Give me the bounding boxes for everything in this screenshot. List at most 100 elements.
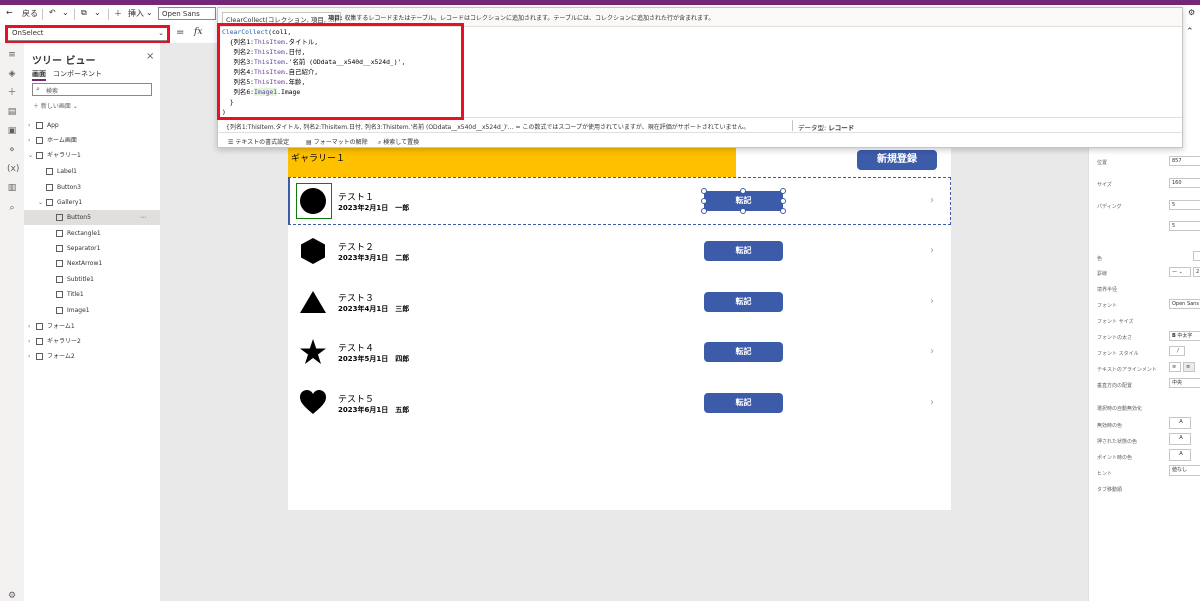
- transcribe-button[interactable]: 転記: [704, 342, 783, 362]
- size-width-input[interactable]: 160: [1169, 178, 1200, 188]
- font-dropdown[interactable]: Open Sans: [158, 7, 216, 20]
- resize-handle[interactable]: [701, 198, 707, 204]
- layers-icon[interactable]: ◈: [7, 69, 17, 79]
- back-arrow-icon[interactable]: ←: [6, 8, 13, 17]
- tree-item[interactable]: › フォーム1: [24, 319, 160, 334]
- power-automate-icon[interactable]: ⋄: [7, 145, 17, 155]
- settings-icon[interactable]: ⚙: [1188, 8, 1195, 17]
- chevron-icon[interactable]: ›: [28, 118, 30, 133]
- vertical-align-dropdown[interactable]: 中央: [1169, 378, 1200, 388]
- tree-item[interactable]: › フォーム2: [24, 349, 160, 364]
- gallery-row[interactable]: テスト２ 2023年3月1日 二郎 転記 ›: [288, 227, 951, 278]
- highlight-box-property: [5, 25, 170, 44]
- tree-item[interactable]: Rectangle1: [24, 226, 160, 241]
- resize-handle[interactable]: [740, 188, 746, 194]
- tooltip-input[interactable]: 値なし: [1169, 465, 1200, 476]
- tree-item[interactable]: NextArrow1: [24, 256, 160, 271]
- new-screen-button[interactable]: ＋ 新しい画面 ⌄: [33, 101, 78, 110]
- padding-bottom-input[interactable]: 5: [1169, 221, 1200, 231]
- position-x-input[interactable]: 857: [1169, 156, 1200, 166]
- transcribe-button[interactable]: 転記: [704, 292, 783, 312]
- pressed-color-button[interactable]: A: [1169, 433, 1191, 445]
- plus-icon[interactable]: ＋: [114, 8, 122, 19]
- tree-item[interactable]: Separator1: [24, 241, 160, 256]
- chevron-down-icon[interactable]: ⌄: [146, 8, 153, 17]
- triangle-image: [300, 288, 326, 316]
- transcribe-button[interactable]: 転記: [704, 393, 783, 413]
- padding-top-input[interactable]: 5: [1169, 200, 1200, 210]
- font-weight-dropdown[interactable]: B 中太字: [1169, 331, 1200, 341]
- remove-format-button[interactable]: ▤ フォーマットの解除: [306, 137, 368, 146]
- italic-button[interactable]: /: [1169, 346, 1185, 356]
- next-arrow-icon[interactable]: ›: [930, 245, 934, 256]
- hover-color-button[interactable]: A: [1169, 449, 1191, 461]
- search-input[interactable]: ⌕ 検索: [32, 83, 152, 96]
- tab-screens[interactable]: 画面: [32, 69, 46, 81]
- new-register-button[interactable]: 新規登録: [857, 150, 937, 170]
- hamburger-icon[interactable]: ≡: [7, 50, 17, 60]
- align-left-button[interactable]: ≡: [1169, 362, 1181, 372]
- find-replace-button[interactable]: ⌕ 検索して置換: [378, 137, 419, 147]
- chevron-icon[interactable]: ›: [28, 349, 30, 364]
- tree-item[interactable]: ⌄ ギャラリー1: [24, 148, 160, 163]
- chevron-icon[interactable]: ⌄: [28, 148, 33, 163]
- insert-button[interactable]: 挿入: [128, 8, 144, 19]
- tree-item[interactable]: Button5 ⋯: [24, 210, 160, 225]
- resize-handle[interactable]: [701, 208, 707, 214]
- control-icon: [46, 199, 53, 206]
- tab-components[interactable]: コンポーネント: [53, 69, 102, 79]
- color-swatch[interactable]: [1193, 251, 1200, 261]
- tree-item[interactable]: Label1: [24, 164, 160, 179]
- data-icon[interactable]: ▤: [7, 107, 17, 117]
- resize-handle[interactable]: [780, 188, 786, 194]
- more-icon[interactable]: ⋯: [140, 210, 146, 225]
- search-icon[interactable]: ⌕: [7, 203, 17, 213]
- resize-handle[interactable]: [740, 208, 746, 214]
- chevron-up-icon[interactable]: ⌃: [1186, 27, 1194, 37]
- control-icon: [56, 260, 63, 267]
- close-icon[interactable]: ×: [146, 51, 154, 62]
- next-arrow-icon[interactable]: ›: [930, 397, 934, 408]
- chevron-icon[interactable]: ›: [28, 133, 30, 148]
- settings-icon[interactable]: ⚙: [7, 591, 17, 601]
- chevron-icon[interactable]: ›: [28, 319, 30, 334]
- tree-item[interactable]: › ホーム画面: [24, 133, 160, 148]
- gallery-row[interactable]: テスト５ 2023年6月1日 五郎 転記 ›: [288, 379, 951, 430]
- next-arrow-icon[interactable]: ›: [930, 346, 934, 357]
- control-icon: [56, 276, 63, 283]
- tree-item-label: App: [47, 122, 59, 129]
- tree-item[interactable]: Image1: [24, 303, 160, 318]
- gallery-row[interactable]: テスト４ 2023年5月1日 四郎 転記 ›: [288, 328, 951, 379]
- disabled-color-button[interactable]: A: [1169, 417, 1191, 429]
- font-dropdown[interactable]: Open Sans: [1169, 299, 1200, 309]
- chevron-icon[interactable]: ⌄: [38, 195, 43, 210]
- transcribe-button[interactable]: 転記: [704, 241, 783, 261]
- tree-item[interactable]: › ギャラリー2: [24, 334, 160, 349]
- tree-item[interactable]: Button3: [24, 180, 160, 195]
- next-arrow-icon[interactable]: ›: [930, 296, 934, 307]
- border-style-dropdown[interactable]: — ⌄: [1169, 267, 1191, 277]
- chevron-icon[interactable]: ›: [28, 334, 30, 349]
- tree-item[interactable]: Title1: [24, 287, 160, 302]
- tree-item[interactable]: ⌄ Gallery1: [24, 195, 160, 210]
- resize-handle[interactable]: [780, 208, 786, 214]
- tree-item[interactable]: › App: [24, 118, 160, 133]
- align-center-button[interactable]: ≡: [1183, 362, 1195, 372]
- chevron-down-icon[interactable]: ⌄: [94, 8, 101, 17]
- tools-icon[interactable]: ▥: [7, 183, 17, 193]
- plus-icon[interactable]: ＋: [7, 88, 17, 98]
- variables-icon[interactable]: (x): [7, 164, 19, 174]
- border-width-input[interactable]: 2: [1193, 267, 1200, 277]
- back-button[interactable]: 戻る: [22, 8, 38, 19]
- media-icon[interactable]: ▣: [7, 126, 17, 136]
- copy-icon[interactable]: ⧉: [81, 8, 87, 18]
- font-style-label: フォント スタイル: [1097, 351, 1139, 357]
- resize-handle[interactable]: [780, 198, 786, 204]
- format-text-button[interactable]: ☰ テキストの書式設定: [228, 137, 289, 146]
- undo-icon[interactable]: ↶: [49, 8, 56, 17]
- fx-icon[interactable]: fx: [194, 27, 202, 37]
- gallery-row[interactable]: テスト３ 2023年4月1日 三郎 転記 ›: [288, 278, 951, 329]
- chevron-down-icon[interactable]: ⌄: [62, 8, 69, 17]
- tree-item[interactable]: Subtitle1: [24, 272, 160, 287]
- resize-handle[interactable]: [701, 188, 707, 194]
